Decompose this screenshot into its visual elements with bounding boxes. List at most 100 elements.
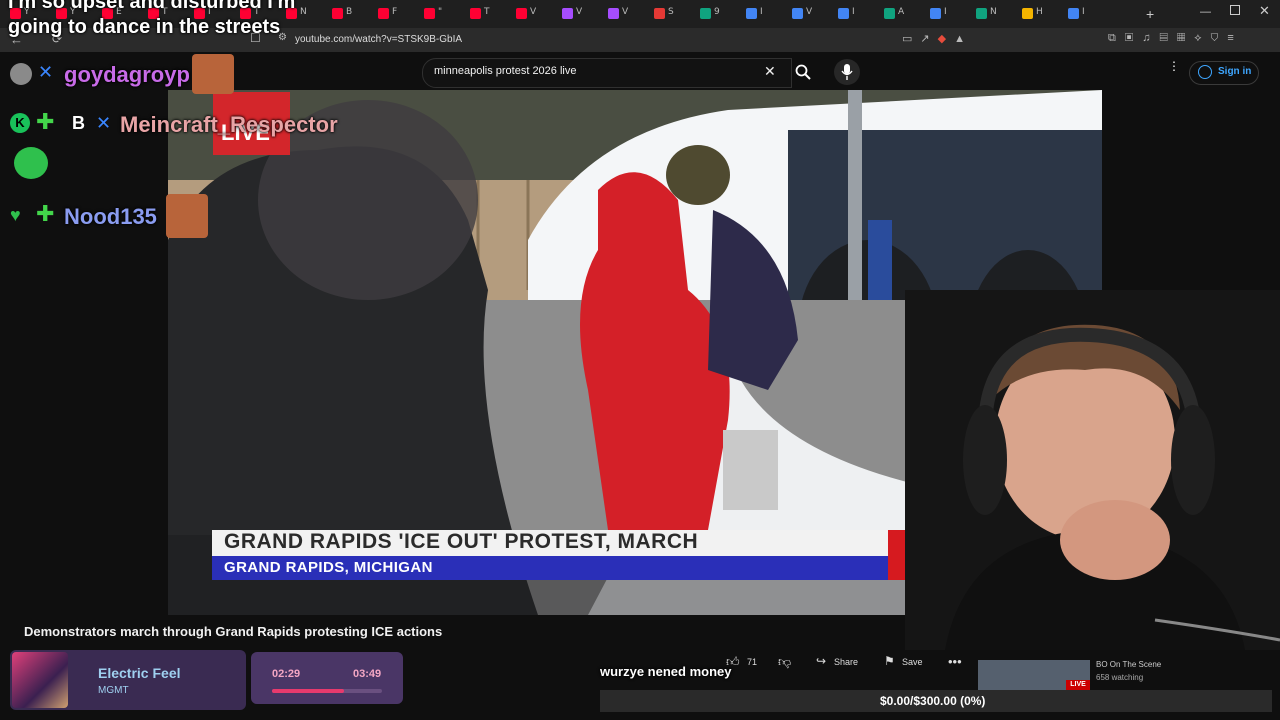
browser-tab[interactable]: H xyxy=(1020,6,1050,22)
recommended-live-badge: LIVE xyxy=(1066,680,1090,690)
recommended-title[interactable]: BO On The Scene xyxy=(1096,660,1161,669)
address-actions: ▭↗◆▲ xyxy=(902,33,973,45)
browser-tab[interactable]: V xyxy=(560,6,590,22)
browser-tab[interactable]: T xyxy=(468,6,498,22)
voice-search-button[interactable] xyxy=(834,59,860,85)
tab-label: S xyxy=(668,7,674,17)
share-icon: ↪ xyxy=(816,654,827,668)
browser-tab[interactable]: V xyxy=(790,6,820,22)
thumbs-down-icon: 👎︎ xyxy=(778,654,792,669)
browser-tab[interactable]: F xyxy=(376,6,406,22)
microphone-icon xyxy=(841,64,853,80)
lower-third-subtitle: GRAND RAPIDS, MICHIGAN xyxy=(224,559,433,576)
tab-favicon-icon xyxy=(930,8,941,19)
webcam-feed xyxy=(905,290,1280,650)
minimize-button[interactable]: — xyxy=(1200,6,1211,18)
like-count: 71 xyxy=(747,657,758,667)
song-progress-fill xyxy=(272,689,344,693)
emote xyxy=(192,54,234,94)
tab-label: H xyxy=(1036,7,1043,17)
tab-label: I xyxy=(944,7,947,17)
tab-label: 9 xyxy=(714,7,720,17)
url-field[interactable]: youtube.com/watch?v=STSK9B-GbIA xyxy=(295,34,462,45)
streamer-webcam xyxy=(905,290,1280,650)
share-button[interactable]: ↪ Share xyxy=(816,654,864,671)
like-button[interactable]: 👍︎ 71 xyxy=(726,654,766,670)
recommended-watching: 658 watching xyxy=(1096,673,1144,682)
account-icon xyxy=(1198,65,1212,79)
tab-favicon-icon xyxy=(470,8,481,19)
more-options-icon[interactable]: ⋮ xyxy=(1168,60,1180,72)
more-actions-button[interactable]: ••• xyxy=(948,654,962,669)
browser-tab[interactable]: N xyxy=(974,6,1004,22)
tab-favicon-icon xyxy=(976,8,987,19)
bookmark-icon: ⚑ xyxy=(884,654,895,668)
sword-icon: ✕ xyxy=(38,62,54,82)
sword-icon: ✕ xyxy=(96,113,112,133)
dislike-button[interactable]: 👎︎ xyxy=(778,654,791,670)
video-title: Demonstrators march through Grand Rapids… xyxy=(24,624,443,639)
browser-tab[interactable]: I xyxy=(1066,6,1096,22)
tab-favicon-icon xyxy=(746,8,757,19)
chat-username: Meincraft_Respector xyxy=(120,112,338,137)
browser-tab[interactable]: S xyxy=(652,6,682,22)
avatar xyxy=(10,63,32,85)
tab-favicon-icon xyxy=(884,8,895,19)
tab-label: " xyxy=(438,7,443,17)
close-window-button[interactable]: ✕ xyxy=(1259,3,1270,19)
tab-favicon-icon xyxy=(792,8,803,19)
chat-username: Nood135 xyxy=(64,204,157,229)
browser-tab[interactable]: " xyxy=(422,6,452,22)
heart-badge-icon: ♥ xyxy=(10,205,21,225)
tab-favicon-icon xyxy=(332,8,343,19)
toolbar-icons[interactable]: ⧉▣♫▤▦⟡⛉≡ xyxy=(1108,32,1243,45)
tab-label: N xyxy=(300,7,307,17)
plus-badge-icon: ✚ xyxy=(36,201,55,226)
tab-favicon-icon xyxy=(562,8,573,19)
donation-message: wurzye nened money xyxy=(600,664,732,679)
overlay-message-line2: going to dance in the streets xyxy=(8,16,281,38)
tab-label: V xyxy=(622,7,629,17)
current-time: 02:29 xyxy=(272,668,301,680)
laughing-emote xyxy=(14,147,48,179)
new-tab-button[interactable]: + xyxy=(1146,6,1154,22)
browser-tab[interactable]: V xyxy=(514,6,544,22)
clear-search-icon[interactable]: ✕ xyxy=(764,63,776,80)
chat-username: goydagroyp xyxy=(64,62,190,87)
tab-label: F xyxy=(392,7,398,17)
browser-tab[interactable]: I xyxy=(744,6,774,22)
tab-favicon-icon xyxy=(424,8,435,19)
end-time: 03:49 xyxy=(353,668,382,680)
search-button[interactable] xyxy=(790,58,820,86)
tab-label: B xyxy=(346,7,353,17)
browser-tab[interactable]: I xyxy=(836,6,866,22)
browser-tab[interactable]: A xyxy=(882,6,912,22)
tab-label: A xyxy=(898,7,905,17)
save-label: Save xyxy=(902,657,923,667)
b-badge-icon: B xyxy=(72,113,85,133)
tab-favicon-icon xyxy=(608,8,619,19)
song-artist: MGMT xyxy=(98,685,129,696)
tab-favicon-icon xyxy=(654,8,665,19)
tab-favicon-icon xyxy=(516,8,527,19)
emote xyxy=(166,194,208,238)
browser-tab[interactable]: I xyxy=(928,6,958,22)
search-input[interactable]: minneapolis protest 2026 live xyxy=(434,65,576,77)
sign-in-button[interactable]: Sign in xyxy=(1189,61,1259,85)
tab-label: V xyxy=(806,7,813,17)
overlay-message-line1: I'm so upset and disturbed I'm xyxy=(8,0,296,13)
browser-tab[interactable]: B xyxy=(330,6,360,22)
tab-favicon-icon xyxy=(700,8,711,19)
song-title: Electric Feel xyxy=(98,665,181,681)
tab-label: I xyxy=(760,7,763,17)
browser-tab[interactable]: 9 xyxy=(698,6,728,22)
album-art xyxy=(12,652,68,708)
browser-tab[interactable]: V xyxy=(606,6,636,22)
tab-label: I xyxy=(852,7,855,17)
badge-k-icon: K xyxy=(10,113,30,133)
tab-label: V xyxy=(530,7,537,17)
goal-text: $0.00/$300.00 (0%) xyxy=(880,694,986,708)
maximize-button[interactable] xyxy=(1230,5,1240,15)
tab-label: T xyxy=(484,7,490,17)
save-button[interactable]: ⚑ Save xyxy=(884,654,932,671)
